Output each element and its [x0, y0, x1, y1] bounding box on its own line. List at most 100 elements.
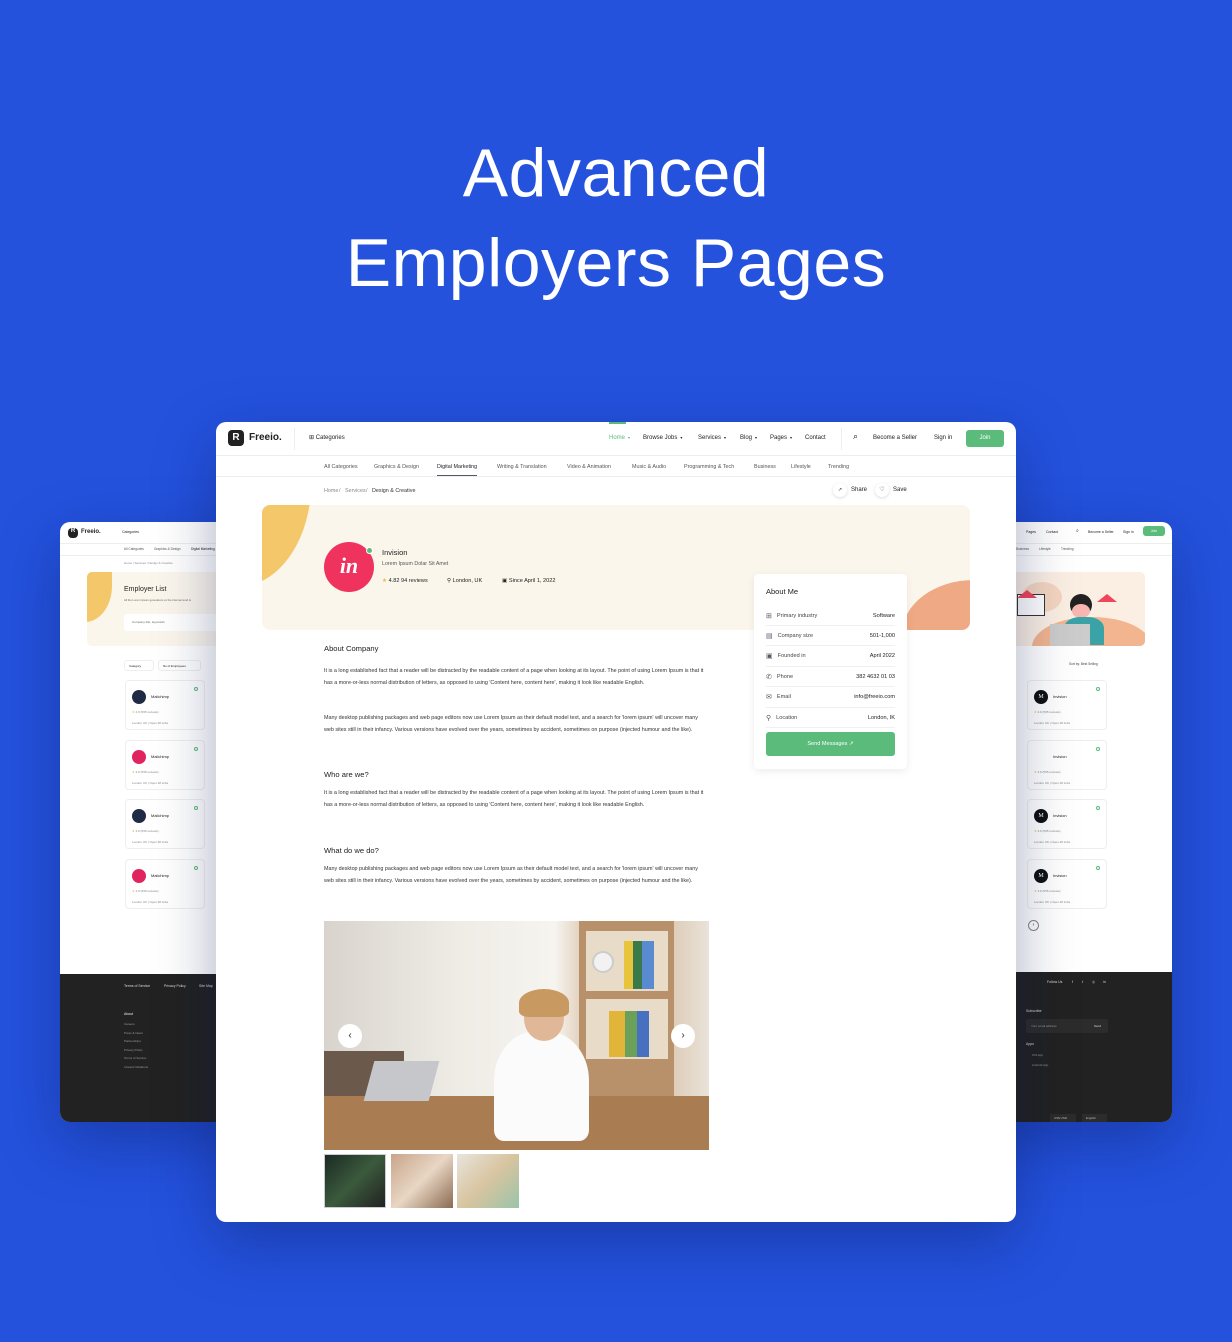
bookmark-icon[interactable] — [194, 746, 198, 751]
employer-card[interactable]: Mailchimp ★ 4.9 (595 reviews) London UK … — [125, 739, 205, 790]
instagram-icon[interactable]: ◎ — [1092, 980, 1095, 984]
become-seller-link[interactable]: Become a Seller — [1088, 530, 1114, 534]
footer-link[interactable]: Terms of Service — [124, 984, 150, 988]
prev-image-button[interactable]: ‹ — [338, 1024, 362, 1048]
thumbnail[interactable] — [324, 1154, 386, 1208]
linkedin-icon[interactable]: in — [1103, 980, 1106, 984]
email-input[interactable]: Your email address Send — [1026, 1019, 1108, 1033]
category-filter[interactable]: Category — [124, 660, 154, 671]
nav-browse-jobs[interactable]: Browse Jobs ▾ — [643, 435, 682, 441]
cat-tab[interactable]: Trending — [828, 464, 849, 470]
breadcrumb-item[interactable]: Design & Creative — [372, 488, 415, 494]
bookmark-icon[interactable] — [1096, 746, 1100, 751]
company-logo — [132, 868, 146, 883]
breadcrumb: Home / Services / Design & Creative — [124, 561, 173, 565]
cat-tab[interactable]: Programming & Tech — [684, 464, 734, 470]
star-icon: ★ — [382, 578, 389, 584]
employer-card[interactable]: Mailchimp ★ 4.9 (595 reviews) London UK … — [125, 799, 205, 849]
cat-tab[interactable]: Music & Audio — [632, 464, 666, 470]
cat-tab[interactable]: Graphics & Design — [374, 464, 419, 470]
save-button[interactable]: ♡ Save — [875, 483, 925, 497]
become-seller-link[interactable]: Become a Seller — [873, 435, 917, 441]
join-button[interactable]: Join — [966, 430, 1004, 447]
cat-tab[interactable]: Video & Animation — [567, 464, 611, 470]
cat-tab[interactable]: Trending — [1061, 547, 1073, 551]
bookmark-icon[interactable] — [1096, 806, 1100, 810]
nav-home[interactable]: Home ▾ — [609, 435, 630, 441]
about-row: ▣ Founded in April 2022 — [766, 647, 895, 667]
cat-tab[interactable]: All Categories — [124, 547, 144, 551]
cat-tab[interactable]: Digital Marketing — [437, 464, 478, 476]
rating: ★ 4.82 94 reviews — [382, 578, 428, 584]
breadcrumb-item[interactable]: Services — [345, 488, 366, 494]
footer-link[interactable]: Investor Relations — [124, 1065, 148, 1069]
cat-tab[interactable]: Lifestyle — [791, 464, 811, 470]
footer-link[interactable]: Privacy Policy — [164, 984, 186, 988]
footer-link[interactable]: Privacy Policy — [124, 1048, 143, 1052]
footer-link[interactable]: Site Map — [199, 984, 213, 988]
cat-tab[interactable]: Lifestyle — [1039, 547, 1051, 551]
android-app-link[interactable]: Android App — [1032, 1063, 1048, 1067]
logo-icon: R — [228, 430, 244, 446]
categories-button[interactable]: ⊞ Categories — [309, 434, 345, 441]
join-button[interactable]: Join — [1143, 526, 1165, 536]
bookmark-icon[interactable] — [194, 687, 198, 691]
cat-tab[interactable]: Digital Marketing — [191, 547, 215, 551]
cat-tab[interactable]: Business — [754, 464, 776, 470]
cat-tab[interactable]: Writing & Translation — [497, 464, 547, 470]
sign-in-link[interactable]: Sign in — [1123, 530, 1134, 534]
language-select[interactable]: English — [1082, 1114, 1107, 1122]
employer-card[interactable]: M Invision ★ 4.9 (595 reviews) London UK… — [1027, 680, 1107, 730]
section-heading: What do we do? — [324, 846, 379, 855]
chevron-down-icon: ▾ — [790, 435, 793, 440]
send-button[interactable]: Send — [1094, 1024, 1101, 1028]
ios-app-link[interactable]: iOS App — [1032, 1053, 1043, 1057]
breadcrumb-separator: / — [339, 488, 341, 494]
cat-tab[interactable]: Business — [1016, 547, 1029, 551]
footer-link[interactable]: Partnerships — [124, 1039, 141, 1043]
footer-link[interactable]: Press & News — [124, 1031, 143, 1035]
breadcrumb-item[interactable]: Home — [324, 488, 338, 494]
bookmark-icon[interactable] — [194, 806, 198, 810]
twitter-icon[interactable]: t — [1082, 980, 1083, 984]
bookmark-icon[interactable] — [1096, 865, 1100, 870]
nav-services[interactable]: Services ▾ — [698, 435, 726, 441]
thumbnail[interactable] — [391, 1154, 453, 1208]
search-icon[interactable]: ⌕ — [1076, 528, 1079, 534]
next-page-button[interactable]: › — [1028, 920, 1039, 931]
section-paragraph: It is a long established fact that a rea… — [324, 668, 704, 686]
sign-in-link[interactable]: Sign in — [934, 435, 952, 441]
employer-card[interactable]: Mailchimp ★ 4.9 (595 reviews) London UK … — [125, 680, 205, 730]
brand[interactable]: Freeio. — [249, 432, 282, 443]
employer-card[interactable]: Mailchimp ★ 4.9 (595 reviews) London UK … — [125, 858, 205, 909]
employees-filter[interactable]: No of Employees — [158, 660, 201, 671]
bookmark-icon[interactable] — [194, 865, 198, 870]
thumbnail[interactable] — [457, 1154, 519, 1208]
employer-card[interactable]: M Invision ★ 4.9 (595 reviews) London UK… — [1027, 799, 1107, 849]
company-tagline: Lorem Ipsum Dolar Sit Amet — [382, 561, 449, 567]
nav-contact[interactable]: Contact — [1046, 530, 1058, 534]
cat-tab[interactable]: All Categories — [324, 464, 358, 470]
nav-blog[interactable]: Blog ▾ — [740, 435, 757, 441]
footer-link[interactable]: Careers — [124, 1022, 135, 1026]
bookmark-icon[interactable] — [1096, 687, 1100, 691]
cat-tab[interactable]: Graphics & Design — [154, 547, 181, 551]
search-icon[interactable]: ⌕ — [853, 431, 858, 442]
about-row: ✉ Email info@freeio.com — [766, 688, 895, 708]
nav-contact[interactable]: Contact — [805, 435, 826, 441]
send-messages-button[interactable]: Send Messages ↗ — [766, 732, 895, 756]
sort-dropdown[interactable]: Sort by: Best Selling — [1069, 662, 1098, 666]
footer-link[interactable]: Terms of Service — [124, 1056, 146, 1060]
employer-card[interactable]: M Invision ★ 4.9 (595 reviews) London UK… — [1027, 858, 1107, 909]
company-logo: M — [1034, 868, 1048, 883]
employer-detail-page: R Freeio. ⊞ Categories Home ▾ Browse Jobs ▾… — [216, 422, 1016, 1222]
currency-select[interactable]: US$ USD — [1050, 1114, 1076, 1122]
nav-pages[interactable]: Pages — [1026, 530, 1036, 534]
calendar-icon: ▣ — [766, 653, 773, 661]
brand: Freeio. — [81, 529, 101, 535]
next-image-button[interactable]: › — [671, 1024, 695, 1048]
categories-button[interactable]: Categories — [122, 530, 139, 534]
facebook-icon[interactable]: f — [1072, 980, 1073, 984]
nav-pages[interactable]: Pages ▾ — [770, 435, 792, 441]
employer-card[interactable]: Invision ★ 4.9 (595 reviews) London UK |… — [1027, 739, 1107, 790]
